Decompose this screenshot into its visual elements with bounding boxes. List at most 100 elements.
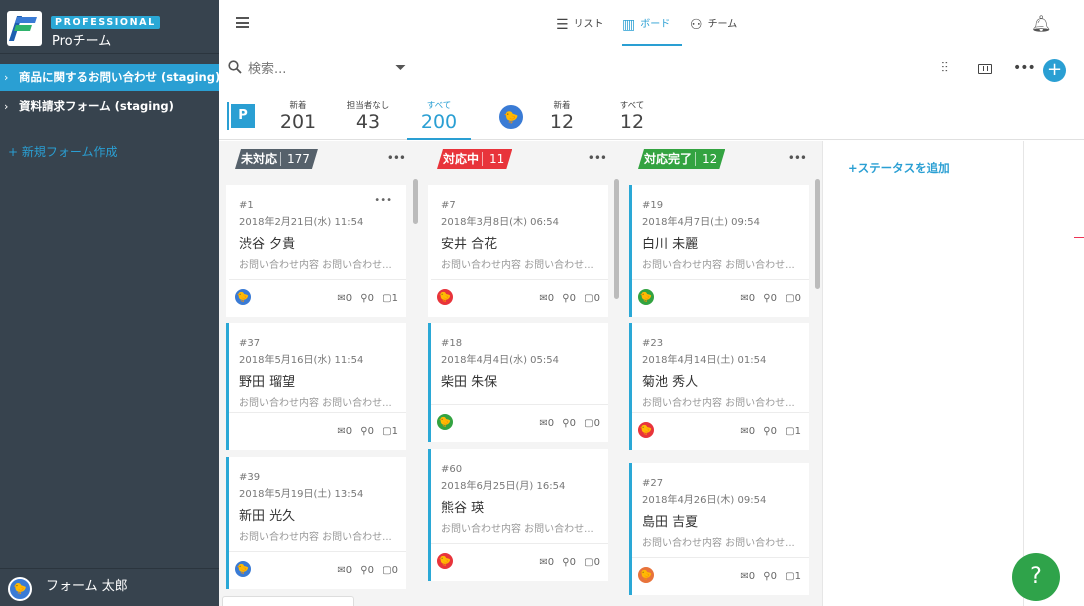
- card-counts: ✉0 ⚲0 ▢0: [534, 293, 600, 304]
- add-button[interactable]: +: [1043, 59, 1066, 82]
- user-menu[interactable]: 🐤 フォーム 太郎: [0, 568, 219, 606]
- column-more-icon[interactable]: •••: [387, 151, 406, 165]
- card-date: 2018年6月25日(月) 16:54: [441, 481, 566, 492]
- inquiry-card[interactable]: #39 2018年5月19日(土) 13:54 新田 光久 お問い合わせ内容 お…: [226, 457, 406, 589]
- mail-count: 0: [345, 293, 353, 304]
- mail-icon: ✉: [337, 293, 346, 304]
- sidebar: PROFESSIONAL Proチーム › 商品に関するお問い合わせ (stag…: [0, 0, 221, 606]
- inquiry-card[interactable]: #18 2018年4月4日(水) 05:54 柴田 朱保 🐤 ✉0 ⚲0 ▢0: [428, 323, 608, 442]
- assignee-avatar[interactable]: 🐤: [637, 288, 655, 306]
- new-form-button[interactable]: + 新規フォーム作成: [8, 143, 118, 160]
- inquiry-card[interactable]: #19 2018年4月7日(土) 09:54 白川 未麗 お問い合わせ内容 お問…: [629, 185, 809, 317]
- note-count: 1: [794, 571, 801, 582]
- search-box[interactable]: [228, 56, 408, 84]
- assignee-avatar[interactable]: 🐤: [436, 552, 454, 570]
- card-number: #60: [441, 464, 463, 475]
- help-button[interactable]: ?: [1012, 553, 1060, 601]
- inquiry-card[interactable]: #7 2018年3月8日(木) 06:54 安井 合花 お問い合わせ内容 お問い…: [428, 185, 608, 317]
- active-stat-underline: [407, 138, 471, 140]
- card-counts: ✉0 ⚲0 ▢0: [735, 293, 801, 304]
- note-count: 0: [593, 418, 600, 429]
- inquiry-card[interactable]: #37 2018年5月16日(水) 11:54 野田 瑠望 お問い合わせ内容 お…: [226, 323, 406, 450]
- columns-view-icon[interactable]: [978, 64, 992, 74]
- card-counts: ✉0 ⚲0 ▢0: [534, 418, 600, 429]
- sidebar-form-label: 商品に関するお問い合わせ (staging): [19, 70, 221, 84]
- column-more-icon[interactable]: •••: [588, 151, 607, 165]
- card-date: 2018年5月19日(土) 13:54: [239, 489, 364, 500]
- card-counts: ✉0 ⚲0 ▢1: [735, 571, 801, 582]
- tab-list[interactable]: ☰ リスト: [556, 0, 604, 46]
- sidebar-form-item-brochure[interactable]: › 資料請求フォーム (staging): [0, 93, 219, 120]
- card-number: #7: [441, 200, 456, 211]
- inquiry-card[interactable]: #60 2018年6月25日(月) 16:54 熊谷 瑛 お問い合わせ内容 お問…: [428, 449, 608, 581]
- assignee-avatar[interactable]: 🐤: [436, 288, 454, 306]
- mail-icon: ✉: [337, 426, 346, 437]
- stat-user-all[interactable]: すべて 12: [597, 101, 667, 133]
- assignee-avatar[interactable]: 🐤: [234, 288, 252, 306]
- attachment-count: 0: [770, 426, 777, 437]
- assignee-avatar[interactable]: 🐤: [436, 413, 454, 431]
- column-scrollbar[interactable]: [413, 179, 418, 224]
- note-icon: ▢: [382, 565, 392, 576]
- card-snippet: お問い合わせ内容 お問い合わせ...: [441, 260, 594, 271]
- card-name: 新田 光久: [239, 509, 296, 524]
- column-count: 12: [695, 152, 717, 166]
- list-icon: ☰: [556, 17, 569, 33]
- card-snippet: お問い合わせ内容 お問い合わせ...: [642, 398, 795, 409]
- note-count: 1: [391, 426, 398, 437]
- filter-icon[interactable]: ⏷: [395, 60, 406, 76]
- tab-team[interactable]: ⚇ チーム: [690, 0, 737, 46]
- card-snippet: お問い合わせ内容 お問い合わせ...: [441, 524, 594, 535]
- column-more-icon[interactable]: •••: [788, 151, 807, 165]
- notification-bell-icon[interactable]: 🔔︎: [1031, 14, 1051, 33]
- sliders-icon[interactable]: ⫶⫶: [941, 60, 948, 76]
- tab-board[interactable]: ▥ ボード: [622, 0, 682, 46]
- card-number: #27: [642, 478, 664, 489]
- tab-label: リスト: [573, 19, 604, 30]
- card-number: #1: [239, 200, 254, 211]
- top-bar: ☰ リスト ▥ ボード ⚇ チーム 🔔︎: [219, 0, 1084, 48]
- brand-area[interactable]: PROFESSIONAL Proチーム: [0, 0, 219, 54]
- column-count: 11: [482, 152, 504, 166]
- assignee-avatar[interactable]: 🐤: [234, 560, 252, 578]
- sidebar-form-item-products[interactable]: › 商品に関するお問い合わせ (staging): [0, 64, 221, 91]
- card-number: #23: [642, 338, 664, 349]
- card-more-icon[interactable]: •••: [374, 195, 392, 206]
- card-name: 安井 合花: [441, 237, 498, 252]
- column-scrollbar[interactable]: [815, 179, 820, 289]
- stat-user-new[interactable]: 新着 12: [527, 101, 597, 133]
- inquiry-card[interactable]: #27 2018年4月26日(木) 09:54 島田 吉夏 お問い合わせ内容 お…: [629, 463, 809, 595]
- assignee-avatar[interactable]: 🐤: [637, 566, 655, 584]
- card-footer: 🐤 ✉0 ⚲0 ▢1: [632, 412, 809, 450]
- add-status-button[interactable]: +ステータスを追加: [848, 160, 950, 176]
- mail-count: 0: [748, 571, 756, 582]
- search-input[interactable]: [248, 58, 378, 80]
- card-counts: ✉0 ⚲0 ▢1: [332, 293, 398, 304]
- mail-icon: ✉: [740, 571, 749, 582]
- more-options-icon[interactable]: •••: [1013, 60, 1036, 76]
- hamburger-menu-icon[interactable]: [236, 17, 249, 28]
- column-header[interactable]: 未対応 177: [235, 149, 318, 169]
- column-scrollbar[interactable]: [614, 179, 619, 299]
- app-logo: [7, 11, 42, 46]
- edge-marker: [1074, 237, 1084, 238]
- card-name: 白川 未麗: [642, 237, 699, 252]
- note-icon: ▢: [785, 426, 795, 437]
- stat-label: すべて: [619, 101, 645, 111]
- card-number: #18: [441, 338, 463, 349]
- mail-count: 0: [547, 293, 555, 304]
- stat-value: 12: [619, 111, 645, 133]
- stat-label: 担当者なし: [346, 101, 390, 111]
- stat-project-all[interactable]: すべて 200: [404, 101, 474, 133]
- stat-project-new[interactable]: 新着 201: [263, 101, 333, 133]
- stat-project-unassigned[interactable]: 担当者なし 43: [333, 101, 403, 133]
- column-header[interactable]: 対応中 11: [437, 149, 512, 169]
- inquiry-card[interactable]: ••• #1 2018年2月21日(水) 11:54 渋谷 夕貴 お問い合わせ内…: [226, 185, 406, 317]
- assignee-avatar[interactable]: 🐤: [637, 421, 655, 439]
- column-title: 未対応: [241, 152, 278, 166]
- card-footer: 🐤 ✉0 ⚲0 ▢1: [632, 557, 809, 595]
- tab-label: ボード: [640, 19, 671, 30]
- column-header[interactable]: 対応完了 12: [638, 149, 725, 169]
- inquiry-card[interactable]: #23 2018年4月14日(土) 01:54 菊池 秀人 お問い合わせ内容 お…: [629, 323, 809, 450]
- attachment-count: 0: [367, 293, 374, 304]
